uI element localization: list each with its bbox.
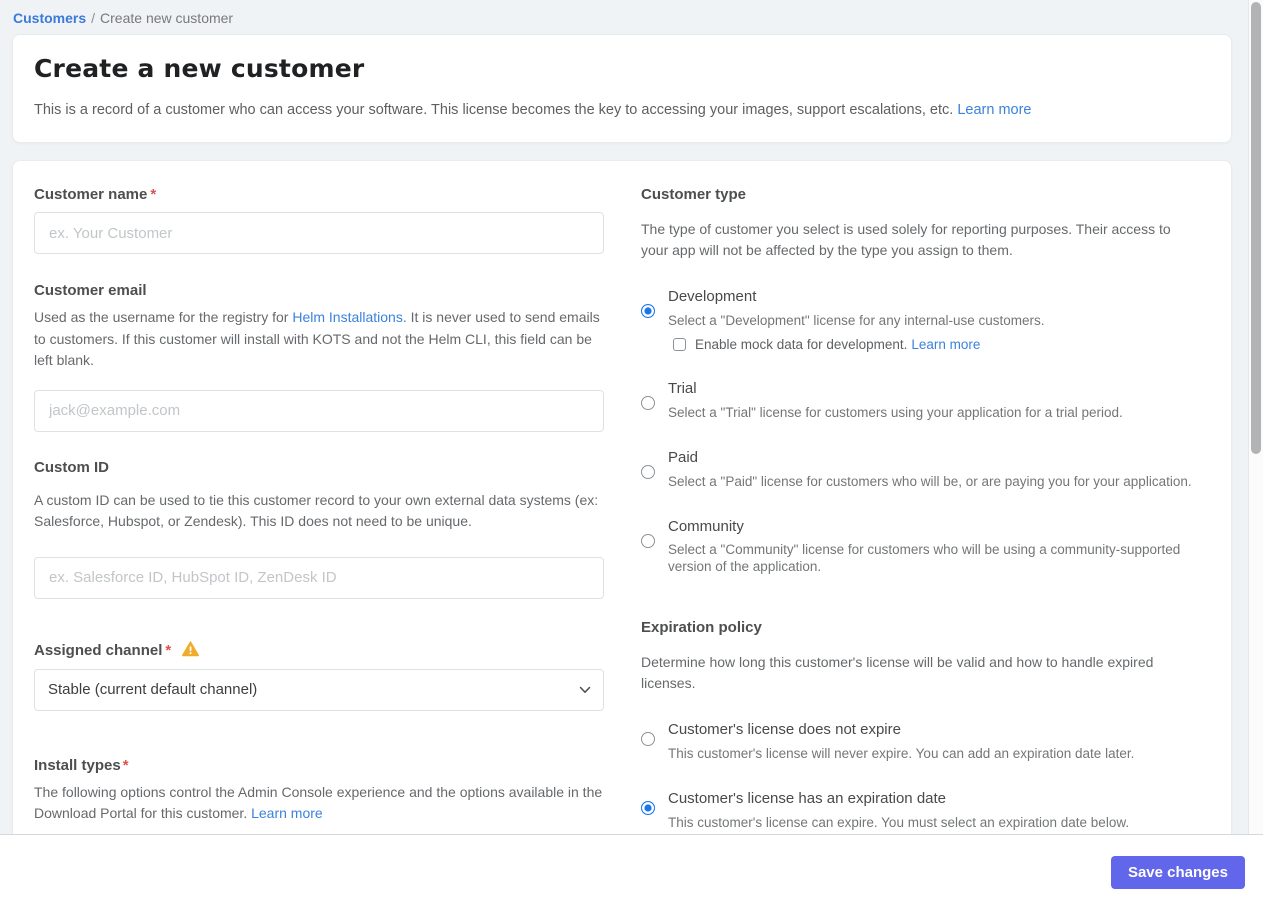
option-body: Customer's license does not expire This …	[668, 720, 1209, 762]
development-option-title: Development	[668, 288, 757, 305]
license-expires-radio[interactable]	[641, 801, 655, 815]
page-description: This is a record of a customer who can a…	[34, 100, 1210, 120]
customer-type-description: The type of customer you select is used …	[641, 221, 1171, 258]
customer-type-option-development: Development Select a "Development" licen…	[641, 287, 1209, 352]
customer-type-heading: Customer type	[641, 186, 747, 203]
customer-email-desc-before: Used as the username for the registry fo…	[34, 309, 293, 325]
page-scrollbar-thumb[interactable]	[1251, 2, 1261, 454]
footer-bar: Save changes	[0, 834, 1263, 905]
customer-type-option-community: Community Select a "Community" license f…	[641, 517, 1209, 575]
install-types-label: Install types *	[34, 756, 604, 775]
form-right-column: Customer type The type of customer you s…	[641, 185, 1209, 838]
paid-option-title: Paid	[668, 449, 699, 466]
install-types-learn-more-link[interactable]: Learn more	[251, 805, 323, 821]
expiration-option-no-expire: Customer's license does not expire This …	[641, 720, 1209, 762]
expiration-option-has-date: Customer's license has an expiration dat…	[641, 789, 1209, 831]
option-body: Development Select a "Development" licen…	[668, 287, 1209, 352]
expiration-policy-heading: Expiration policy	[641, 619, 762, 636]
custom-id-input[interactable]	[34, 556, 604, 599]
option-body: Customer's license has an expiration dat…	[668, 789, 1209, 831]
install-types-description: The following options control the Admin …	[34, 782, 604, 825]
required-asterisk: *	[150, 186, 157, 203]
expiration-policy-description: Determine how long this customer's licen…	[641, 654, 1154, 691]
trial-radio[interactable]	[641, 396, 655, 410]
customer-email-label: Customer email	[34, 282, 147, 299]
customer-name-input[interactable]	[34, 212, 604, 254]
radio-column	[641, 720, 668, 762]
customer-form-card: Customer name* Customer email Used as th…	[12, 160, 1232, 860]
customer-email-input[interactable]	[34, 389, 604, 432]
radio-column	[641, 448, 668, 490]
customer-name-label-text: Customer name	[34, 186, 148, 203]
no-expire-option-title: Customer's license does not expire	[668, 721, 901, 738]
has-expiration-option-description: This customer's license can expire. You …	[668, 815, 1130, 830]
assigned-channel-label: Assigned channel *	[34, 640, 604, 660]
development-option-description: Select a "Development" license for any i…	[668, 313, 1045, 328]
helm-installations-link[interactable]: Helm Installations	[292, 309, 403, 325]
breadcrumb-separator: /	[91, 10, 96, 26]
radio-column	[641, 517, 668, 575]
radio-column	[641, 287, 668, 352]
has-expiration-option-title: Customer's license has an expiration dat…	[668, 790, 947, 807]
install-types-label-text: Install types	[34, 756, 121, 774]
breadcrumb-customers-link[interactable]: Customers	[13, 10, 86, 26]
header-learn-more-link[interactable]: Learn more	[957, 102, 1031, 118]
page-title: Create a new customer	[34, 54, 365, 83]
mock-data-checkbox[interactable]	[673, 338, 686, 351]
warning-icon	[182, 640, 200, 656]
option-body: Paid Select a "Paid" license for custome…	[668, 448, 1209, 490]
required-asterisk: *	[122, 756, 129, 774]
customer-email-description: Used as the username for the registry fo…	[34, 307, 604, 372]
custom-id-label: Custom ID	[34, 458, 109, 476]
development-radio[interactable]	[641, 304, 655, 318]
no-expire-option-description: This customer's license will never expir…	[668, 746, 1135, 761]
option-body: Trial Select a "Trial" license for custo…	[668, 379, 1209, 421]
required-asterisk: *	[165, 641, 172, 659]
customer-type-option-paid: Paid Select a "Paid" license for custome…	[641, 448, 1209, 490]
expiration-policy-options: Customer's license does not expire This …	[641, 720, 1209, 831]
radio-column	[641, 789, 668, 831]
customer-type-options: Development Select a "Development" licen…	[641, 287, 1209, 575]
breadcrumb-current: Create new customer	[100, 10, 234, 26]
community-radio[interactable]	[641, 534, 655, 548]
page-description-text: This is a record of a customer who can a…	[34, 102, 954, 118]
assigned-channel-select-wrap: Stable (current default channel)	[34, 668, 604, 711]
mock-data-checkbox-label: Enable mock data for development.	[695, 337, 908, 352]
breadcrumb: Customers / Create new customer	[0, 0, 1263, 34]
community-option-title: Community	[668, 518, 744, 535]
option-body: Community Select a "Community" license f…	[668, 517, 1209, 575]
license-no-expire-radio[interactable]	[641, 732, 655, 746]
assigned-channel-label-text: Assigned channel	[34, 641, 163, 659]
form-left-column: Customer name* Customer email Used as th…	[34, 185, 604, 838]
mock-data-checkbox-row: Enable mock data for development. Learn …	[668, 337, 1209, 352]
paid-option-description: Select a "Paid" license for customers wh…	[668, 474, 1192, 489]
trial-option-description: Select a "Trial" license for customers u…	[668, 405, 1123, 420]
customer-name-label: Customer name *	[34, 185, 604, 204]
custom-id-description: A custom ID can be used to tie this cust…	[34, 491, 599, 530]
community-option-description: Select a "Community" license for custome…	[668, 542, 1181, 574]
page-header-card: Create a new customer This is a record o…	[12, 34, 1232, 143]
page-scrollbar-track[interactable]	[1248, 0, 1263, 834]
assigned-channel-select[interactable]: Stable (current default channel)	[34, 668, 604, 711]
save-changes-button[interactable]: Save changes	[1110, 856, 1245, 889]
customer-type-option-trial: Trial Select a "Trial" license for custo…	[641, 379, 1209, 421]
paid-radio[interactable]	[641, 465, 655, 479]
trial-option-title: Trial	[668, 380, 697, 397]
radio-column	[641, 379, 668, 421]
mock-data-learn-more-link[interactable]: Learn more	[911, 337, 980, 352]
